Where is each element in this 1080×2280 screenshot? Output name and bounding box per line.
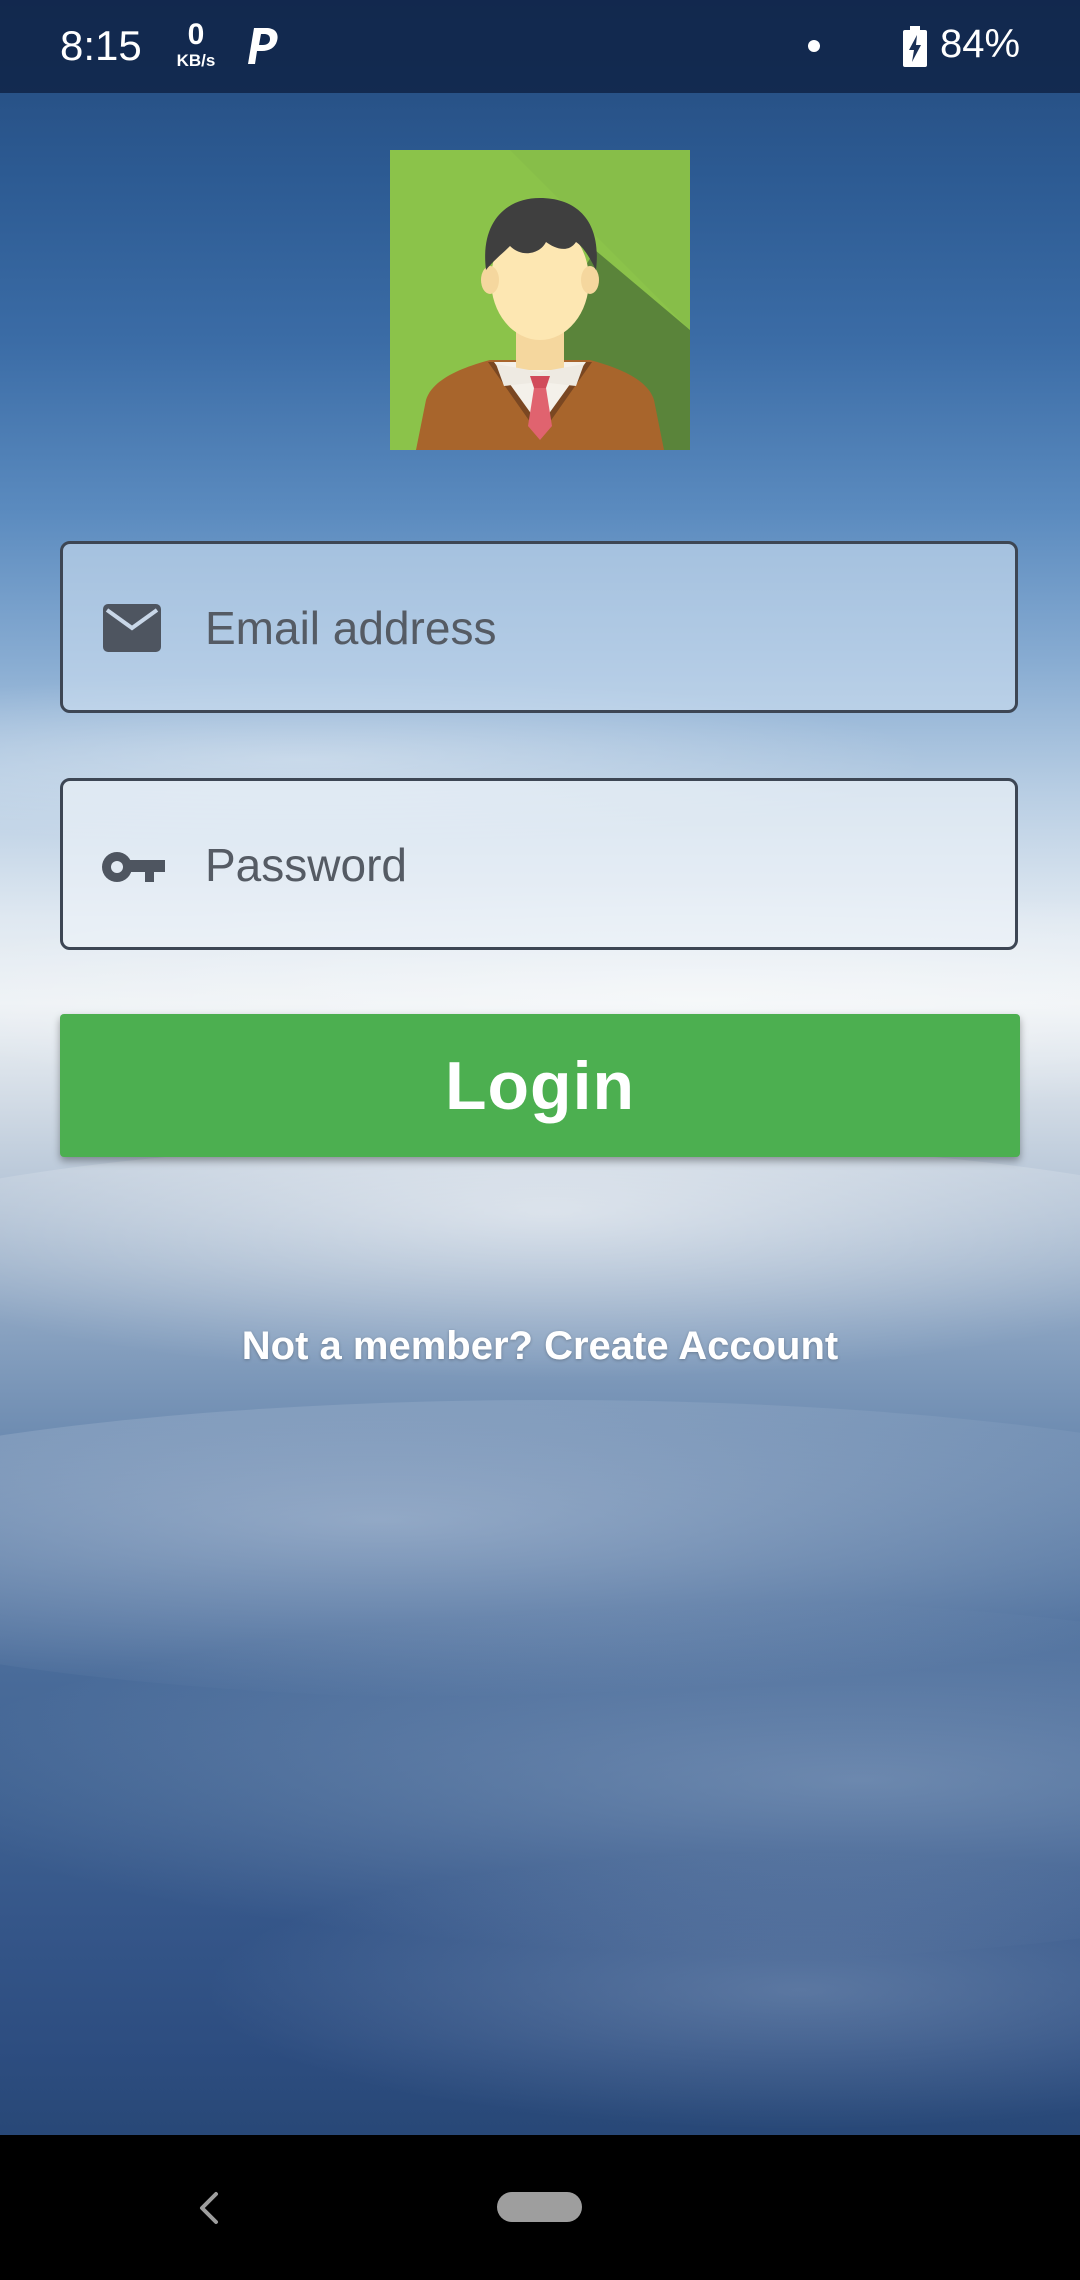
- notification-dot-icon: [808, 40, 820, 52]
- battery-charging-icon: [903, 26, 927, 67]
- envelope-icon: [103, 604, 161, 652]
- network-speed-value: 0: [187, 18, 205, 51]
- password-field[interactable]: [60, 778, 1018, 950]
- user-avatar-icon: [390, 150, 690, 450]
- network-speed-unit: KB/s: [176, 51, 216, 70]
- status-time: 8:15: [60, 22, 142, 69]
- login-button[interactable]: Login: [60, 1014, 1020, 1157]
- battery-percent: 84%: [940, 22, 1021, 66]
- status-bar: 8:15 0 KB/s 84%: [0, 0, 1080, 93]
- email-input[interactable]: [203, 544, 987, 712]
- parking-icon: [248, 28, 278, 64]
- password-input[interactable]: [203, 781, 987, 949]
- home-pill-button[interactable]: [497, 2192, 582, 2222]
- create-account-link[interactable]: Not a member? Create Account: [0, 1324, 1080, 1369]
- network-speed: 0 KB/s: [172, 18, 220, 70]
- back-icon[interactable]: [192, 2190, 224, 2226]
- email-field[interactable]: [60, 541, 1018, 713]
- key-icon: [102, 852, 165, 882]
